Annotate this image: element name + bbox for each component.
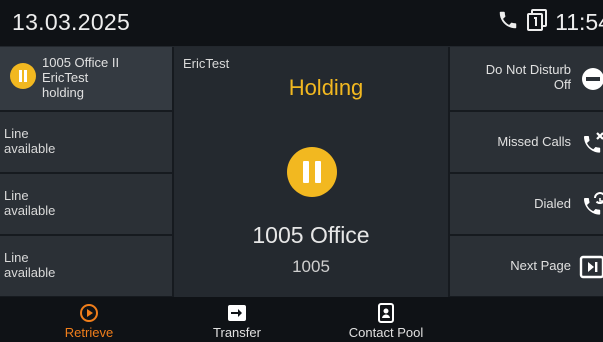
line-key-2-label: Line available xyxy=(4,126,56,156)
line-key-4-label: Line available xyxy=(4,250,56,280)
transfer-label: Transfer xyxy=(213,325,261,340)
contact-tag: EricTest xyxy=(183,56,230,71)
do-not-disturb-button[interactable]: Do Not Disturb Off xyxy=(450,47,603,110)
line-key-1-info: 1005 Office II EricTest holding xyxy=(42,55,119,100)
retrieve-label: Retrieve xyxy=(64,325,114,340)
line-key-1[interactable]: 1005 Office II EricTest holding xyxy=(0,47,172,110)
hold-icon xyxy=(10,63,36,89)
line-keys: 1005 Office II EricTest holding Line ava… xyxy=(0,47,172,297)
softkey-bar: Retrieve Transfer Contact Pool xyxy=(0,297,603,342)
call-panel: EricTest Holding 1005 Office 1005 xyxy=(174,47,448,297)
status-bar: 13.03.2025 11:54 xyxy=(0,0,603,47)
call-state: Holding xyxy=(288,75,364,100)
remote-name: 1005 Office xyxy=(252,222,370,248)
hold-status-icon xyxy=(287,147,337,197)
contact-pool-button[interactable]: Contact Pool xyxy=(316,297,456,342)
line-key-1-title: 1005 Office II xyxy=(42,55,120,70)
dialed-calls-button[interactable]: Dialed xyxy=(450,174,603,234)
programmable-keys: Do Not Disturb Off Missed Calls Dialed N… xyxy=(450,47,603,297)
line-key-1-name: EricTest xyxy=(42,70,89,85)
date-display: 13.03.2025 xyxy=(12,9,131,35)
line-key-3[interactable]: Line available xyxy=(0,174,172,234)
clock-display: 11:54 xyxy=(555,8,603,35)
missed-calls-icon xyxy=(579,130,603,156)
status-icons: 11:54 xyxy=(497,7,603,37)
dialed-calls-label: Dialed xyxy=(534,196,571,211)
retrieve-button[interactable]: Retrieve xyxy=(19,297,159,342)
line-key-2[interactable]: Line available xyxy=(0,112,172,172)
line-number-1-icon xyxy=(525,8,549,37)
do-not-disturb-icon xyxy=(579,66,603,92)
next-page-button[interactable]: Next Page xyxy=(450,236,603,296)
line-key-1-state: holding xyxy=(42,85,84,100)
missed-calls-button[interactable]: Missed Calls xyxy=(450,112,603,172)
missed-calls-label: Missed Calls xyxy=(497,134,571,149)
do-not-disturb-label: Do Not Disturb Off xyxy=(485,62,571,92)
phone-icon xyxy=(497,9,519,36)
line-key-4[interactable]: Line available xyxy=(0,236,172,296)
next-page-label: Next Page xyxy=(510,258,571,273)
contact-pool-label: Contact Pool xyxy=(348,325,424,340)
dialed-calls-icon xyxy=(579,192,603,218)
phone-screen: 13.03.2025 11:54 1005 Office II xyxy=(0,0,603,342)
next-page-icon xyxy=(579,254,603,280)
line-key-3-label: Line available xyxy=(4,188,56,218)
remote-number: 1005 xyxy=(292,257,330,276)
transfer-button[interactable]: Transfer xyxy=(167,297,307,342)
